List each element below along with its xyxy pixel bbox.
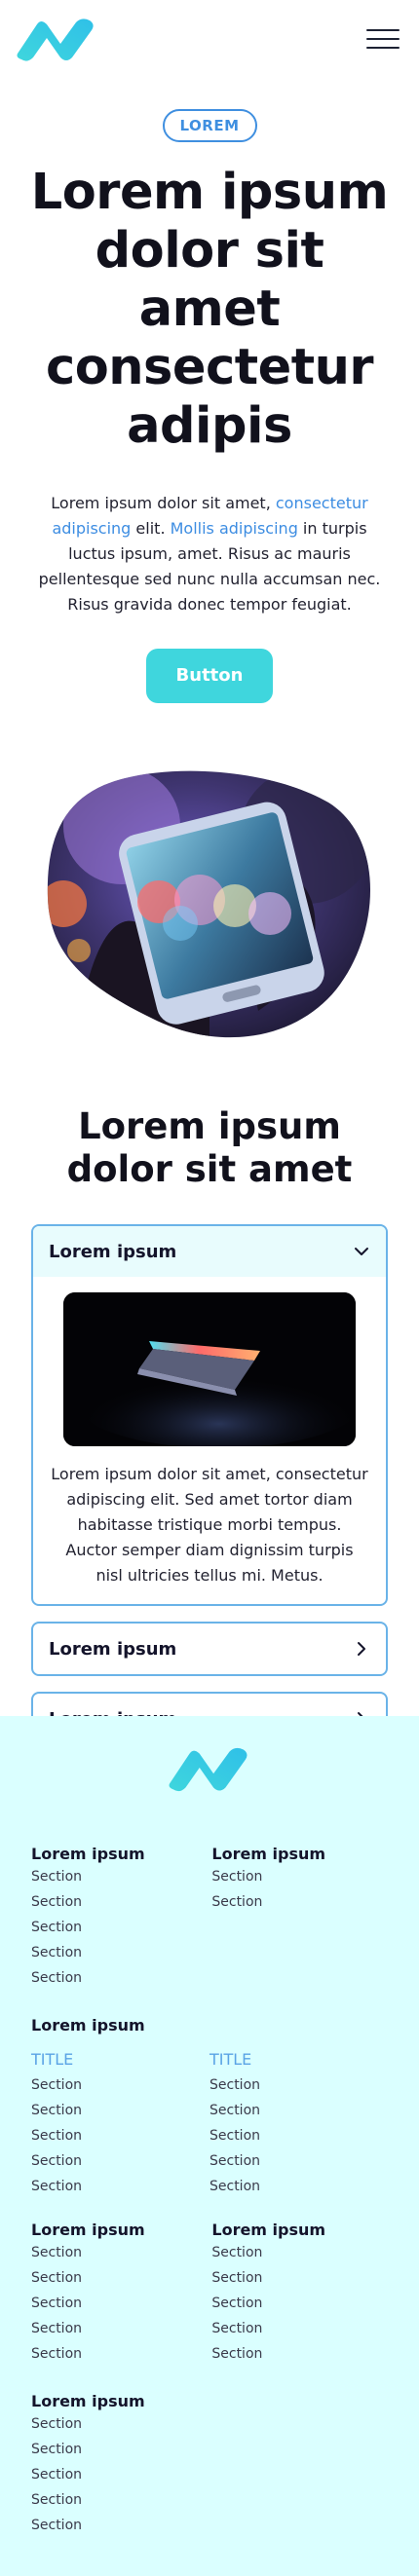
footer-group-4: Lorem ipsum Section Section Section Sect… [31,2392,388,2538]
hero-link-2[interactable]: Mollis adipiscing [171,519,298,538]
footer-link[interactable]: Section [31,2462,388,2487]
accordion-text: Lorem ipsum dolor sit amet, consectetur … [51,1465,368,1585]
footer-column: Lorem ipsum Section Section Section Sect… [31,2221,211,2367]
footer-link[interactable]: Section [31,2174,210,2199]
hero-image-blob [0,767,419,1045]
hero-badge: LOREM [162,109,257,142]
footer-link[interactable]: Section [31,2437,388,2462]
footer-link[interactable]: Section [211,1864,388,1889]
footer-heading: Lorem ipsum [31,1845,145,1863]
footer-link[interactable]: Section [31,1915,211,1940]
footer-link[interactable]: Section [210,2072,388,2098]
footer-link[interactable]: Section [210,2148,388,2174]
hero-title: Lorem ipsum dolor sit amet consectetur a… [30,164,389,455]
footer-column: Lorem ipsum Section Section [211,1845,388,1991]
page: LOREM Lorem ipsum dolor sit amet consect… [0,0,419,2576]
footer-link[interactable]: Section [31,1940,211,1965]
footer-column: TITLE Section Section Section Section Se… [31,2035,210,2199]
footer-heading: Lorem ipsum [31,2221,145,2239]
footer-column-title: TITLE [210,2050,252,2069]
accordion-header[interactable]: Lorem ipsum [33,1226,386,1277]
phone-photo [47,770,371,1038]
footer-group-3: Lorem ipsum Section Section Section Sect… [31,2221,388,2367]
footer-heading: Lorem ipsum [211,1845,326,1863]
footer-link[interactable]: Section [31,1889,211,1915]
footer-link[interactable]: Section [31,2487,388,2513]
footer-link[interactable]: Section [31,2148,210,2174]
footer-link[interactable]: Section [31,2265,211,2291]
laptop-photo [63,1292,356,1446]
footer-link[interactable]: Section [31,2072,210,2098]
accordion-body: Lorem ipsum dolor sit amet, consectetur … [33,1277,386,1604]
footer-link[interactable]: Section [31,2316,211,2341]
footer-column: Lorem ipsum Section Section Section Sect… [211,2221,388,2367]
hero-button[interactable]: Button [146,649,273,703]
footer-link[interactable]: Section [210,2098,388,2123]
accordion-item-1: Lorem ipsum Lorem ipsum dolor sit amet, … [31,1224,388,1606]
header [0,0,419,78]
footer-link[interactable]: Section [31,2291,211,2316]
footer-link[interactable]: Section [31,2098,210,2123]
footer-group-2-columns: TITLE Section Section Section Section Se… [31,2035,388,2199]
footer-link[interactable]: Section [211,2291,388,2316]
footer-link[interactable]: Section [31,1965,211,1991]
footer-link[interactable]: Section [211,2265,388,2291]
footer: Lorem ipsum Section Section Section Sect… [0,1716,419,2576]
section-title: Lorem ipsum dolor sit amet [66,1105,353,1190]
footer-heading: Lorem ipsum [31,2016,145,2035]
chevron-right-icon [358,1642,365,1656]
footer-column-title: TITLE [31,2050,74,2069]
footer-column: Lorem ipsum Section Section Section Sect… [31,1845,211,1991]
logo-icon[interactable] [16,15,97,63]
faq-section: Lorem ipsum dolor sit amet Lorem ipsum L… [0,1105,419,1746]
footer-link[interactable]: Section [31,2123,210,2148]
footer-link[interactable]: Section [31,1864,211,1889]
footer-logo-icon[interactable] [31,1716,388,1794]
chevron-down-icon [355,1248,368,1255]
footer-column: TITLE Section Section Section Section Se… [210,2035,388,2199]
footer-link[interactable]: Section [211,1889,388,1915]
footer-heading: Lorem ipsum [31,2392,145,2410]
accordion-title: Lorem ipsum [49,1241,177,1262]
accordion-title: Lorem ipsum [49,1638,177,1660]
accordion-item-2[interactable]: Lorem ipsum [31,1622,388,1676]
hamburger-icon[interactable] [366,26,400,52]
footer-link[interactable]: Section [211,2316,388,2341]
hero: LOREM Lorem ipsum dolor sit amet consect… [0,78,419,703]
footer-link[interactable]: Section [31,2513,388,2538]
footer-group-1: Lorem ipsum Section Section Section Sect… [31,1845,388,1991]
footer-link[interactable]: Section [31,2240,211,2265]
footer-link[interactable]: Section [211,2240,388,2265]
hero-paragraph: Lorem ipsum dolor sit amet, consectetur … [38,494,381,614]
footer-link[interactable]: Section [31,2411,388,2437]
footer-link[interactable]: Section [210,2123,388,2148]
footer-heading: Lorem ipsum [211,2221,326,2239]
footer-link[interactable]: Section [211,2341,388,2367]
footer-group-2: Lorem ipsum TITLE Section Section Sectio… [31,2016,388,2199]
footer-link[interactable]: Section [210,2174,388,2199]
footer-link[interactable]: Section [31,2341,211,2367]
